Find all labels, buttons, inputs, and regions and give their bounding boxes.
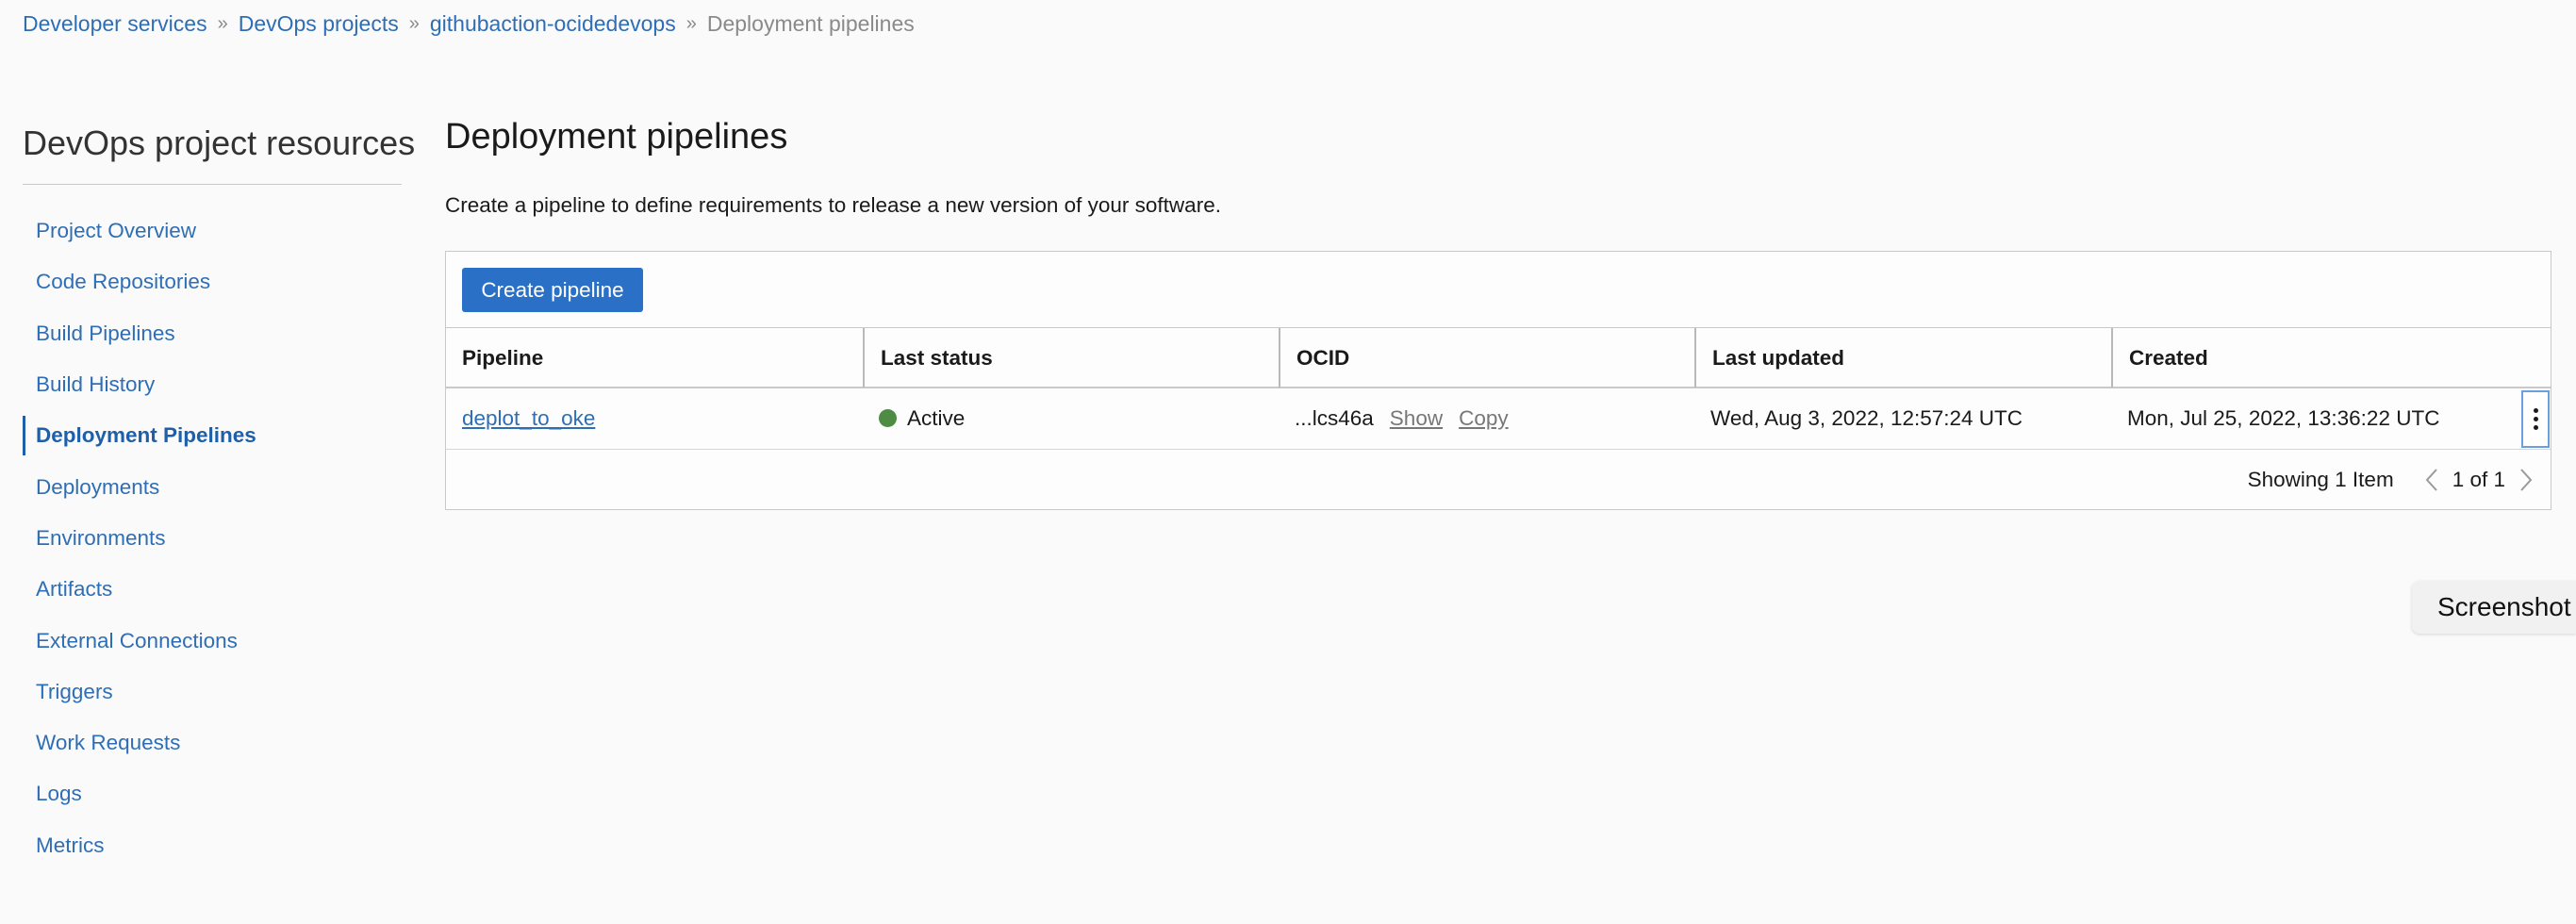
cell-status: Active	[863, 388, 1279, 448]
cell-last-updated: Wed, Aug 3, 2022, 12:57:24 UTC	[1710, 405, 2023, 430]
sidebar-item-deployments[interactable]: Deployments	[23, 461, 402, 512]
sidebar-item-logs[interactable]: Logs	[23, 768, 402, 819]
pipelines-table-panel: Create pipeline Pipeline Last status OCI…	[445, 251, 2551, 510]
sidebar-title: DevOps project resources	[23, 124, 416, 162]
page-indicator: 1 of 1	[2452, 467, 2505, 491]
breadcrumb-devops-projects[interactable]: DevOps projects	[239, 11, 399, 37]
table-row: deplot_to_oke Active ...lcs46a Show Copy…	[446, 388, 2551, 450]
breadcrumb-separator: »	[685, 12, 697, 34]
previous-page-icon[interactable]	[2419, 467, 2445, 493]
page-title: Deployment pipelines	[445, 117, 788, 157]
cell-ocid: ...lcs46a Show Copy	[1279, 388, 1694, 448]
ocid-show-link[interactable]: Show	[1390, 406, 1443, 431]
sidebar-item-build-history[interactable]: Build History	[23, 359, 402, 410]
ocid-copy-link[interactable]: Copy	[1459, 406, 1509, 431]
pipeline-link[interactable]: deplot_to_oke	[462, 406, 595, 431]
status-text: Active	[907, 405, 966, 430]
next-page-icon[interactable]	[2513, 467, 2539, 493]
cell-created: Mon, Jul 25, 2022, 13:36:22 UTC	[2127, 405, 2440, 430]
ocid-value: ...lcs46a	[1295, 405, 1374, 430]
column-header-pipeline[interactable]: Pipeline	[446, 328, 863, 388]
sidebar-item-project-overview[interactable]: Project Overview	[23, 206, 402, 256]
cell-pipeline: deplot_to_oke	[446, 388, 863, 448]
create-pipeline-button[interactable]: Create pipeline	[462, 268, 643, 312]
sidebar-item-artifacts[interactable]: Artifacts	[23, 564, 402, 615]
sidebar-item-external-connections[interactable]: External Connections	[23, 615, 402, 666]
breadcrumb: Developer services » DevOps projects » g…	[23, 9, 915, 38]
breadcrumb-current: Deployment pipelines	[706, 10, 915, 36]
sidebar-item-build-pipelines[interactable]: Build Pipelines	[23, 308, 402, 359]
column-header-ocid[interactable]: OCID	[1279, 328, 1694, 388]
sidebar-item-environments[interactable]: Environments	[23, 513, 402, 564]
sidebar-item-deployment-pipelines[interactable]: Deployment Pipelines	[23, 410, 402, 461]
table-header: Pipeline Last status OCID Last updated C…	[446, 327, 2551, 388]
column-header-created[interactable]: Created	[2111, 328, 2551, 388]
column-header-last-updated[interactable]: Last updated	[1694, 328, 2111, 388]
sidebar-item-metrics[interactable]: Metrics	[23, 820, 402, 871]
breadcrumb-separator: »	[408, 12, 420, 34]
row-actions-menu-icon[interactable]	[2521, 390, 2550, 448]
sidebar-nav: Project Overview Code Repositories Build…	[23, 206, 402, 871]
sidebar-divider	[23, 184, 402, 185]
breadcrumb-separator: »	[217, 12, 228, 34]
sidebar-item-work-requests[interactable]: Work Requests	[23, 718, 402, 768]
status-active-icon	[879, 409, 897, 427]
screenshot-tab[interactable]: Screenshot	[2412, 581, 2576, 634]
column-header-last-status[interactable]: Last status	[863, 328, 1279, 388]
breadcrumb-project[interactable]: githubaction-ocidedevops	[430, 11, 676, 37]
sidebar-item-code-repositories[interactable]: Code Repositories	[23, 256, 402, 307]
breadcrumb-developer-services[interactable]: Developer services	[23, 11, 207, 37]
table-footer: Showing 1 Item 1 of 1	[2248, 450, 2539, 509]
sidebar-item-triggers[interactable]: Triggers	[23, 667, 402, 718]
item-count: Showing 1 Item	[2247, 467, 2394, 491]
page-description: Create a pipeline to define requirements…	[445, 193, 1221, 217]
